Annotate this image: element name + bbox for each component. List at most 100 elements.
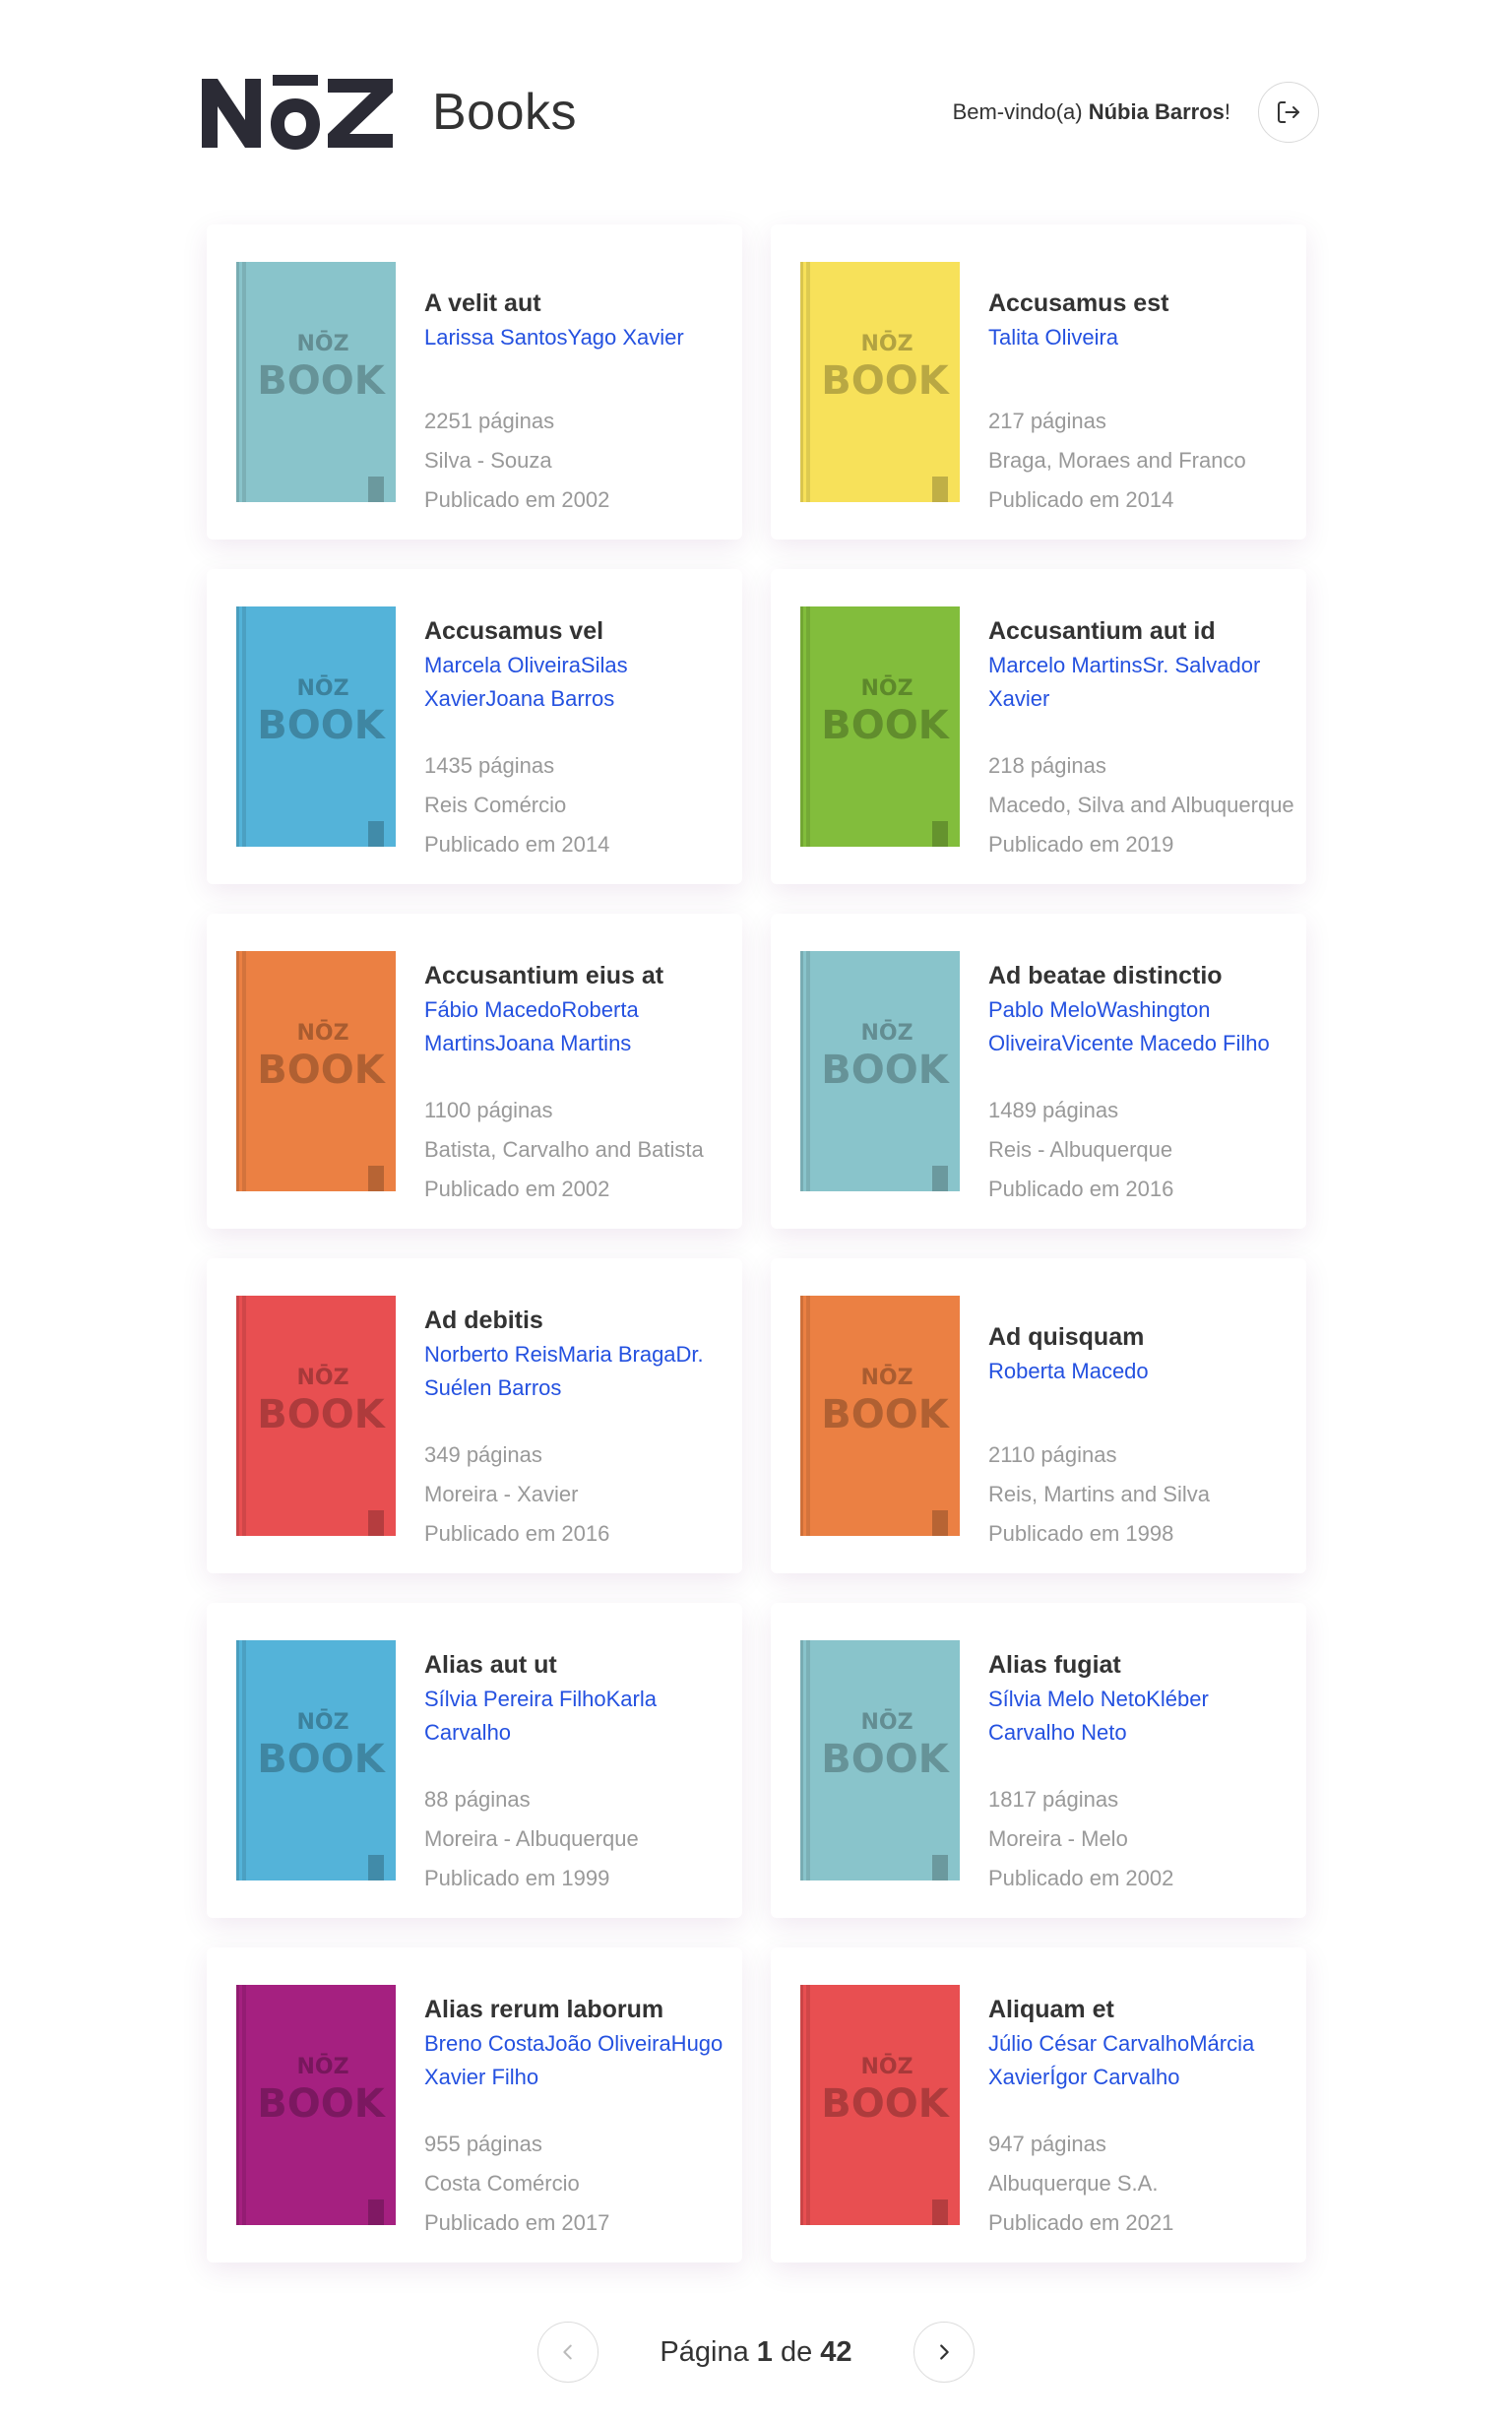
book-info: Aliquam et Júlio César CarvalhoMárcia Xa… xyxy=(988,1987,1298,2235)
book-publisher: Batista, Carvalho and Batista xyxy=(424,1137,704,1162)
book-heading: Accusamus vel Marcela OliveiraSilas Xavi… xyxy=(424,608,734,721)
book-title: Ad debitis xyxy=(424,1307,543,1334)
book-publisher: Moreira - Albuquerque xyxy=(424,1826,639,1851)
book-pages: 218 páginas xyxy=(988,753,1106,778)
book-heading: Ad quisquam Roberta Macedo xyxy=(988,1298,1298,1410)
book-published: Publicado em 2002 xyxy=(988,1866,1174,1890)
book-title: Ad beatae distinctio xyxy=(988,962,1223,989)
book-card[interactable]: NŌZ BOOK Ad quisquam Roberta Macedo 2110… xyxy=(771,1258,1306,1573)
book-publisher: Macedo, Silva and Albuquerque xyxy=(988,793,1294,817)
book-meta: 1489 páginas Reis - Albuquerque Publicad… xyxy=(988,1091,1173,1209)
svg-text:BOOK: BOOK xyxy=(821,703,950,748)
next-page-button[interactable] xyxy=(913,2322,975,2383)
book-title: Accusantium aut id xyxy=(988,617,1216,645)
book-meta: 947 páginas Albuquerque S.A. Publicado e… xyxy=(988,2125,1173,2243)
chevron-left-icon xyxy=(563,2344,573,2360)
book-pages: 1817 páginas xyxy=(988,1787,1119,1812)
user-area: Bem-vindo(a) Núbia Barros! xyxy=(953,82,1319,143)
svg-text:NŌZ: NŌZ xyxy=(296,1020,348,1046)
svg-text:BOOK: BOOK xyxy=(257,1392,386,1437)
book-info: Ad quisquam Roberta Macedo 2110 páginas … xyxy=(988,1298,1298,1546)
book-publisher: Reis Comércio xyxy=(424,793,567,817)
book-published: Publicado em 2014 xyxy=(424,832,610,857)
logout-icon xyxy=(1278,101,1299,123)
book-meta: 349 páginas Moreira - Xavier Publicado e… xyxy=(424,1435,609,1554)
book-card[interactable]: NŌZ BOOK Alias aut ut Sílvia Pereira Fil… xyxy=(207,1603,742,1918)
book-info: Accusamus est Talita Oliveira 217 página… xyxy=(988,264,1298,512)
book-cover: NŌZ BOOK xyxy=(236,262,396,502)
svg-text:BOOK: BOOK xyxy=(821,2081,950,2127)
book-published: Publicado em 2016 xyxy=(988,1177,1174,1201)
book-heading: Alias aut ut Sílvia Pereira FilhoKarla C… xyxy=(424,1642,734,1754)
book-card[interactable]: NŌZ BOOK Alias fugiat Sílvia Melo NetoKl… xyxy=(771,1603,1306,1918)
book-cover: NŌZ BOOK xyxy=(236,1296,396,1536)
book-info: Alias aut ut Sílvia Pereira FilhoKarla C… xyxy=(424,1642,734,1890)
noz-logo xyxy=(202,75,393,150)
pagination: Página 1 de 42 xyxy=(0,2320,1512,2385)
book-meta: 1817 páginas Moreira - Melo Publicado em… xyxy=(988,1780,1173,1898)
book-published: Publicado em 1999 xyxy=(424,1866,610,1890)
svg-text:NŌZ: NŌZ xyxy=(296,2054,348,2079)
user-name: Núbia Barros xyxy=(1088,99,1225,124)
svg-text:NŌZ: NŌZ xyxy=(860,1020,913,1046)
svg-text:BOOK: BOOK xyxy=(257,1048,386,1093)
book-card[interactable]: NŌZ BOOK Ad beatae distinctio Pablo Melo… xyxy=(771,914,1306,1229)
book-heading: Alias fugiat Sílvia Melo NetoKléber Carv… xyxy=(988,1642,1298,1754)
book-cover: NŌZ BOOK xyxy=(800,262,960,502)
svg-text:NŌZ: NŌZ xyxy=(296,1709,348,1735)
book-heading: Accusantium eius at Fábio MacedoRoberta … xyxy=(424,953,734,1065)
book-card[interactable]: NŌZ BOOK Accusantium aut id Marcelo Mart… xyxy=(771,569,1306,884)
book-publisher: Braga, Moraes and Franco xyxy=(988,448,1246,473)
book-publisher: Moreira - Xavier xyxy=(424,1482,579,1506)
book-pages: 1489 páginas xyxy=(988,1098,1119,1122)
book-info: Alias fugiat Sílvia Melo NetoKléber Carv… xyxy=(988,1642,1298,1890)
total-pages: 42 xyxy=(820,2335,852,2368)
book-card[interactable]: NŌZ BOOK Alias rerum laborum Breno Costa… xyxy=(207,1947,742,2263)
book-title: Accusamus vel xyxy=(424,617,604,645)
book-card[interactable]: NŌZ BOOK Accusamus est Talita Oliveira 2… xyxy=(771,224,1306,540)
svg-text:NŌZ: NŌZ xyxy=(296,675,348,701)
book-authors: Júlio César CarvalhoMárcia XavierÍgor Ca… xyxy=(988,2031,1255,2089)
page-separator: de xyxy=(772,2335,821,2368)
book-meta: 217 páginas Braga, Moraes and Franco Pub… xyxy=(988,402,1246,520)
book-title: Accusamus est xyxy=(988,289,1169,317)
book-card[interactable]: NŌZ BOOK Accusantium eius at Fábio Maced… xyxy=(207,914,742,1229)
book-publisher: Silva - Souza xyxy=(424,448,552,473)
page-indicator: Página 1 de 42 xyxy=(660,2336,851,2369)
book-published: Publicado em 2016 xyxy=(424,1521,610,1546)
book-title: Alias aut ut xyxy=(424,1651,557,1679)
book-info: Accusamus vel Marcela OliveiraSilas Xavi… xyxy=(424,608,734,857)
book-publisher: Moreira - Melo xyxy=(988,1826,1128,1851)
book-published: Publicado em 2019 xyxy=(988,832,1174,857)
book-pages: 2251 páginas xyxy=(424,409,555,433)
svg-text:BOOK: BOOK xyxy=(257,703,386,748)
book-cover: NŌZ BOOK xyxy=(236,1640,396,1880)
page-prefix: Página xyxy=(660,2335,757,2368)
book-published: Publicado em 1998 xyxy=(988,1521,1174,1546)
logout-button[interactable] xyxy=(1258,82,1319,143)
book-meta: 955 páginas Costa Comércio Publicado em … xyxy=(424,2125,609,2243)
book-authors: Talita Oliveira xyxy=(988,325,1119,350)
book-card[interactable]: NŌZ BOOK Accusamus vel Marcela OliveiraS… xyxy=(207,569,742,884)
book-card[interactable]: NŌZ BOOK Ad debitis Norberto ReisMaria B… xyxy=(207,1258,742,1573)
book-meta: 2110 páginas Reis, Martins and Silva Pub… xyxy=(988,1435,1210,1554)
book-cover: NŌZ BOOK xyxy=(800,951,960,1191)
book-cover: NŌZ BOOK xyxy=(800,1640,960,1880)
book-pages: 1100 páginas xyxy=(424,1098,553,1122)
book-publisher: Albuquerque S.A. xyxy=(988,2171,1159,2196)
svg-text:NŌZ: NŌZ xyxy=(860,1365,913,1390)
book-published: Publicado em 2021 xyxy=(988,2210,1174,2235)
book-card[interactable]: NŌZ BOOK A velit aut Larissa SantosYago … xyxy=(207,224,742,540)
book-card[interactable]: NŌZ BOOK Aliquam et Júlio César Carvalho… xyxy=(771,1947,1306,2263)
book-published: Publicado em 2002 xyxy=(424,1177,610,1201)
book-info: Accusantium eius at Fábio MacedoRoberta … xyxy=(424,953,734,1201)
book-meta: 88 páginas Moreira - Albuquerque Publica… xyxy=(424,1780,639,1898)
book-pages: 349 páginas xyxy=(424,1442,542,1467)
svg-text:BOOK: BOOK xyxy=(821,1048,950,1093)
svg-text:BOOK: BOOK xyxy=(257,358,386,404)
prev-page-button[interactable] xyxy=(537,2322,599,2383)
svg-text:NŌZ: NŌZ xyxy=(296,331,348,356)
book-pages: 955 páginas xyxy=(424,2132,542,2156)
book-pages: 88 páginas xyxy=(424,1787,531,1812)
book-authors: Marcela OliveiraSilas XavierJoana Barros xyxy=(424,653,628,711)
